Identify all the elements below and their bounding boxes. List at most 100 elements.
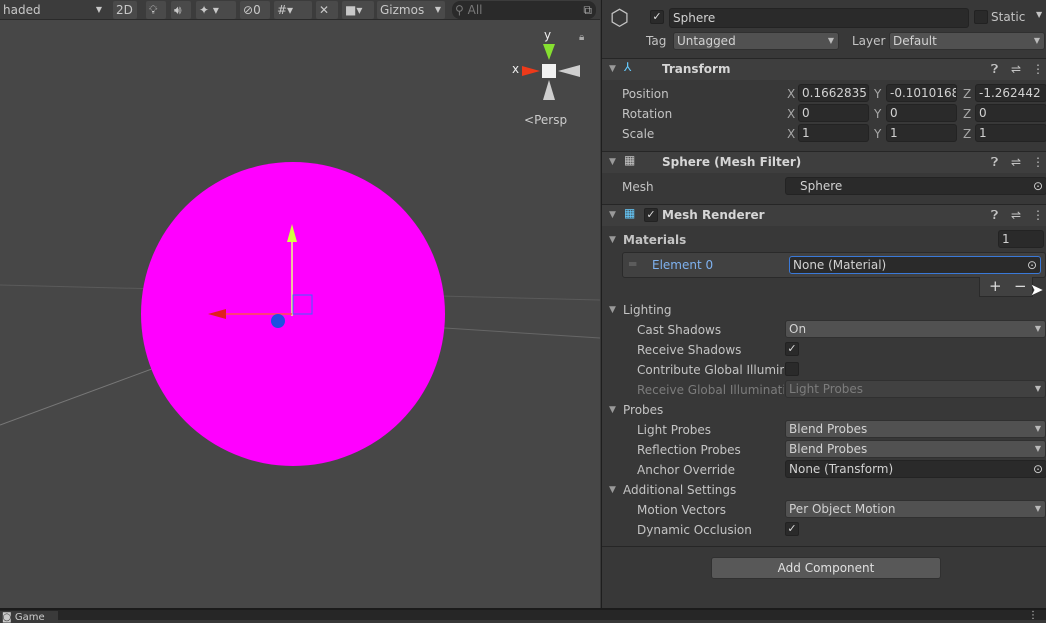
mesh-filter-icon: ▦ [624,153,636,167]
more-menu-icon[interactable]: ⋮ [1032,62,1044,76]
object-name-field[interactable]: Sphere [669,8,969,28]
static-checkbox[interactable] [974,10,988,24]
material-field[interactable]: None (Material) ⊙ [789,256,1041,274]
axis-z-label: Z [963,127,972,141]
axis-x-label: X [787,87,796,101]
scene-view[interactable]: y x 🔒︎ <Persp [0,0,600,608]
mesh-renderer-header[interactable]: ▼ ▦ ✓ Mesh Renderer ❓︎ ⇌ ⋮ [602,204,1046,226]
lighting-foldout[interactable]: Lighting [623,303,672,317]
gizmo-y-cone[interactable] [543,44,555,60]
scale-y-field[interactable]: 1 [886,124,957,142]
game-icon: ◙ [2,612,15,623]
drag-handle-icon[interactable]: ═ [629,257,636,271]
layer-dropdown[interactable]: Default [889,32,1045,50]
effects-dropdown-icon[interactable]: ✦ ▾ [196,1,236,19]
gizmo-x-cone[interactable] [522,66,540,76]
tab-game[interactable]: ◙ Game [0,611,58,623]
add-element-button[interactable]: + [989,277,1002,295]
object-picker-icon[interactable]: ⊙ [1033,461,1043,477]
presets-icon[interactable]: ⇌ [1011,208,1021,222]
more-menu-icon[interactable]: ⋮ [1032,155,1044,169]
shading-mode-label: haded [3,3,41,17]
contribute-gi-label: Contribute Global Illuminat [637,363,784,377]
material-element-row[interactable]: ═ Element 0 None (Material) ⊙ [622,252,1046,278]
active-checkbox[interactable]: ✓ [650,10,664,24]
search-input[interactable]: ⚲ All ⧉ [452,1,596,19]
projection-label: Persp [534,113,568,127]
mesh-field[interactable]: Sphere ⊙ [785,177,1046,195]
rotation-x-field[interactable]: 0 [798,104,869,122]
axis-x-label: X [787,107,796,121]
more-menu-icon[interactable]: ⋮ [1028,610,1038,621]
add-component-button[interactable]: Add Component [711,557,941,579]
position-label: Position [622,87,669,101]
gizmos-dropdown[interactable]: Gizmos ▼ [377,1,445,19]
lock-icon[interactable]: 🔒︎ [579,32,584,43]
anchor-override-value: None (Transform) [789,462,894,476]
projection-toggle[interactable]: <Persp [524,113,567,127]
transform-title: Transform [662,62,731,76]
element-label: Element 0 [652,258,714,272]
mouse-cursor-icon: ➤ [1030,280,1044,299]
presets-icon[interactable]: ⇌ [1011,155,1021,169]
position-y-field[interactable]: -0.1010168 [886,84,957,102]
contribute-gi-checkbox[interactable] [785,362,799,376]
gizmos-label: Gizmos [380,3,425,17]
gizmo-neg-y-cone[interactable] [543,80,555,100]
rotation-y-field[interactable]: 0 [886,104,957,122]
presets-icon[interactable]: ⇌ [1011,62,1021,76]
move-z-handle[interactable] [271,314,285,328]
materials-foldout[interactable]: Materials [623,233,686,247]
additional-settings-foldout[interactable]: Additional Settings [623,483,736,497]
transform-icon: ⅄ [624,60,632,74]
materials-count-field[interactable]: 1 [998,230,1044,248]
divider [602,546,1046,547]
help-icon[interactable]: ❓︎ [991,62,998,77]
mesh-filter-header[interactable]: ▼ ▦ Sphere (Mesh Filter) ❓︎ ⇌ ⋮ [602,151,1046,173]
probes-foldout[interactable]: Probes [623,403,663,417]
motion-vectors-dropdown[interactable]: Per Object Motion [785,500,1046,518]
anchor-override-field[interactable]: None (Transform) ⊙ [785,460,1046,478]
scene-canvas[interactable] [0,0,600,608]
anchor-override-label: Anchor Override [637,463,736,477]
static-dropdown-icon[interactable]: ▼ [1036,10,1042,19]
transform-header[interactable]: ▼ ⅄ Transform ❓︎ ⇌ ⋮ [602,58,1046,80]
light-probes-dropdown[interactable]: Blend Probes [785,420,1046,438]
mesh-renderer-icon: ▦ [624,206,636,220]
position-x-field[interactable]: 0.1662835 [798,84,869,102]
help-icon[interactable]: ❓︎ [991,155,998,170]
scale-x-field[interactable]: 1 [798,124,869,142]
gizmo-y-label: y [544,28,552,42]
axis-y-label: Y [874,127,882,141]
object-picker-icon[interactable]: ⊙ [1027,257,1037,273]
tools-icon[interactable]: ✕ [316,1,338,19]
remove-element-button[interactable]: − [1014,277,1027,295]
cast-shadows-dropdown[interactable]: On [785,320,1046,338]
gizmo-center-cube[interactable] [542,64,556,78]
rotation-z-field[interactable]: 0 [975,104,1046,122]
help-icon[interactable]: ❓︎ [991,208,998,223]
dynamic-occlusion-checkbox[interactable]: ✓ [785,522,799,536]
scale-label: Scale [622,127,655,141]
receive-shadows-checkbox[interactable]: ✓ [785,342,799,356]
lighting-toggle-icon[interactable]: 💡︎ [146,1,166,19]
audio-toggle-icon[interactable]: 🔊︎ [171,1,191,19]
hidden-objects-toggle[interactable]: ⊘0 [240,1,270,19]
grid-dropdown-icon[interactable]: #▾ [274,1,312,19]
scale-z-field[interactable]: 1 [975,124,1046,142]
maximize-icon[interactable]: ⧉ [583,1,592,19]
receive-shadows-label: Receive Shadows [637,343,742,357]
tag-dropdown[interactable]: Untagged [673,32,839,50]
tag-label: Tag [646,34,667,48]
more-menu-icon[interactable]: ⋮ [1032,208,1044,222]
tab-game-label: Game [14,612,45,623]
position-z-field[interactable]: -1.262442 [975,84,1046,102]
gizmo-neg-x-cone[interactable] [558,65,580,77]
rotation-label: Rotation [622,107,673,121]
2d-toggle[interactable]: 2D [113,1,137,19]
camera-dropdown-icon[interactable]: ■▾ [342,1,374,19]
mesh-renderer-enabled-checkbox[interactable]: ✓ [644,208,658,222]
reflection-probes-dropdown[interactable]: Blend Probes [785,440,1046,458]
shading-mode-dropdown[interactable]: haded ▼ [0,1,106,19]
object-picker-icon[interactable]: ⊙ [1033,178,1043,194]
